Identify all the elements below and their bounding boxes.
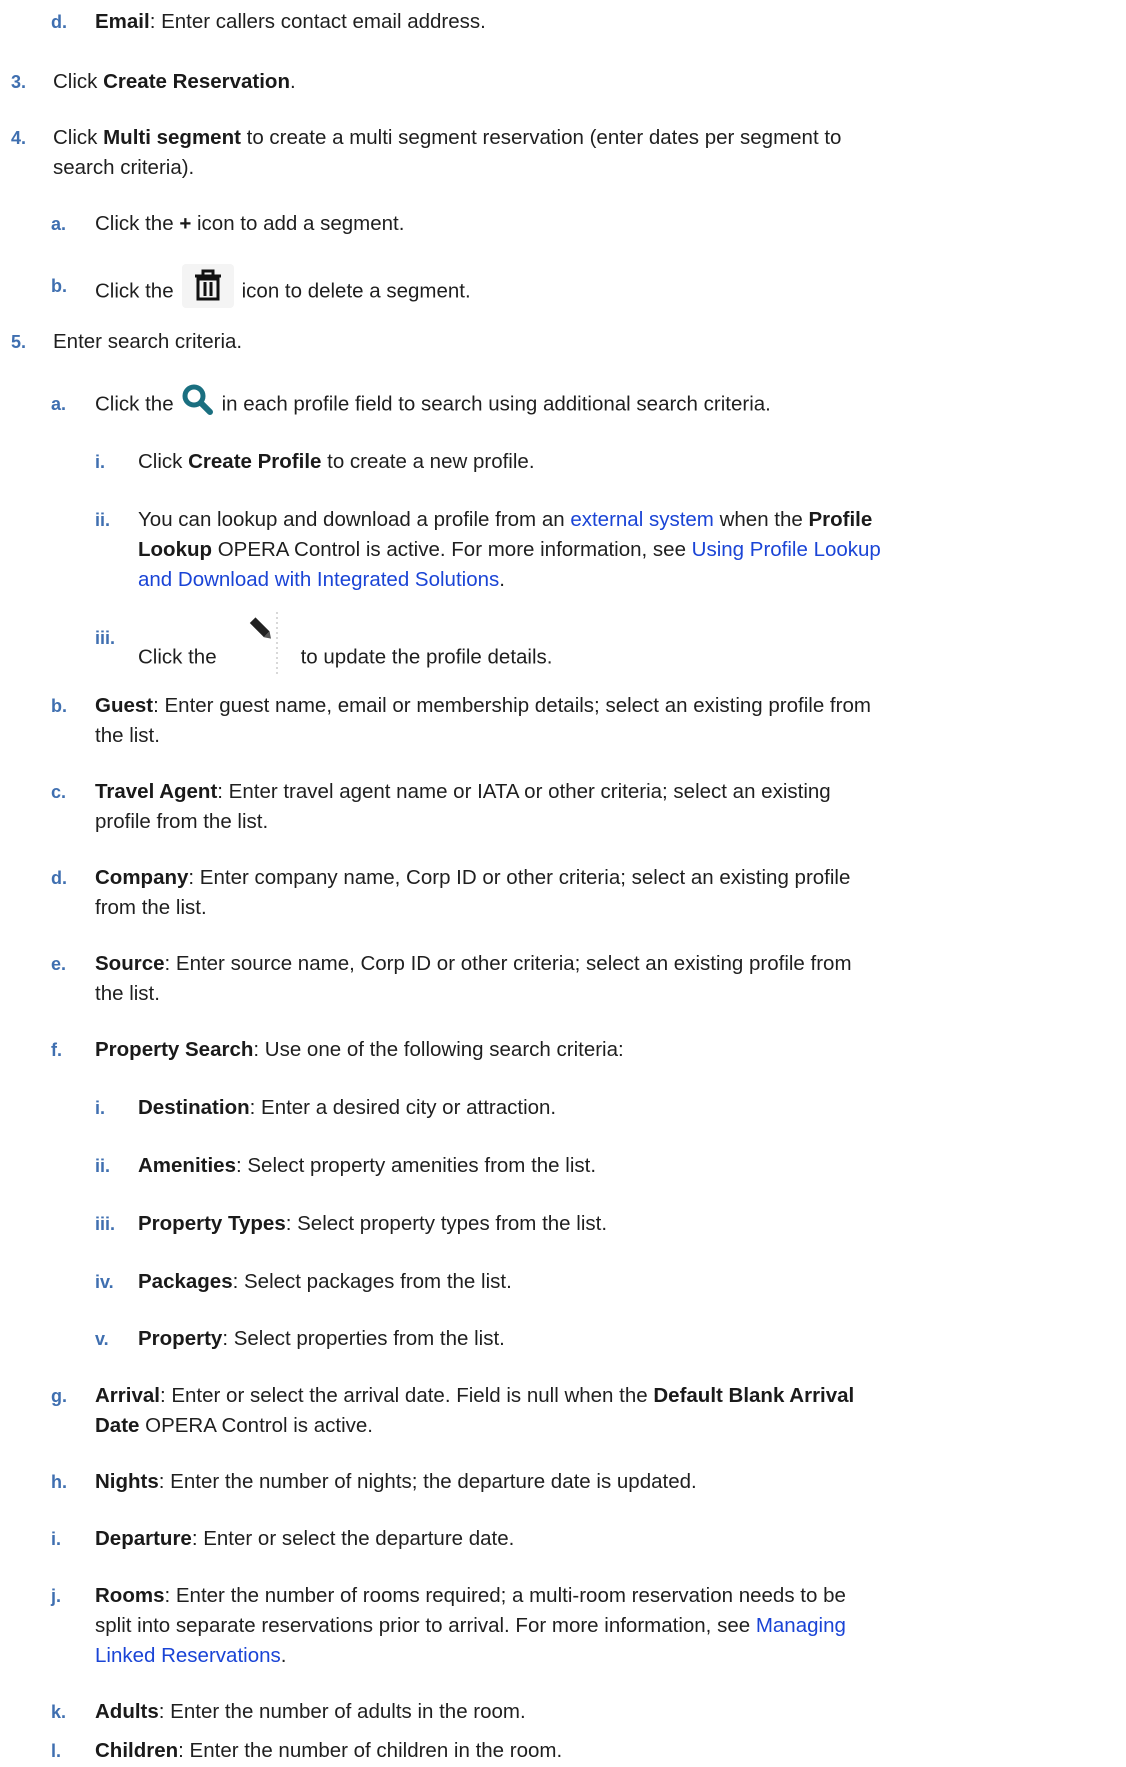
step-text: and Download with Integrated Solutions. [138,568,505,591]
step-number: iii. [95,628,116,648]
step-number: a. [51,214,67,234]
managing-linked-reservations-link[interactable]: Managing [756,1614,846,1637]
step-text: Click Create Profile to create a new pro… [138,450,535,473]
external-system-link[interactable]: external system [570,508,714,531]
step-number: 5. [11,332,27,352]
step-number: i. [95,452,106,472]
step-text: Click the + icon to add a segment. [95,212,405,235]
step-text-cont: search criteria). [53,156,195,179]
step-text: Enter search criteria. [53,330,243,353]
pencil-icon [223,610,295,682]
step-text: Email: Enter callers contact email addre… [95,10,486,33]
step-text: Click the in each profile field to search… [95,384,771,422]
managing-linked-reservations-link-cont[interactable]: Linked Reservations [95,1644,281,1667]
step-text: Click the icon to delete a segment. [95,264,471,314]
step-number: 3. [11,72,27,92]
step-number: c. [51,782,67,802]
step-number: ii. [95,510,111,530]
step-number: e. [51,954,67,974]
step-number: d. [51,868,67,888]
step-number: f. [51,1040,62,1060]
step-number: d. [51,12,67,32]
step-text: Click the to update the profile details. [138,612,552,694]
step-number: b. [51,276,67,296]
search-icon [178,382,218,416]
step-number: 4. [11,128,27,148]
profile-lookup-link-cont[interactable]: and Download with Integrated Solutions [138,568,499,591]
step-text: Lookup OPERA Control is active. For more… [138,538,881,561]
term: Email [95,10,150,33]
trash-icon [181,264,234,308]
step-number: b. [51,696,67,716]
document-page: d. Email: Enter callers contact email ad… [0,0,1126,1765]
profile-lookup-link[interactable]: Using Profile Lookup [692,538,881,561]
step-text: Click Multi segment to create a multi se… [53,126,842,149]
step-text: You can lookup and download a profile fr… [138,508,873,531]
step-number: a. [51,394,67,414]
step-text: Click Create Reservation. [53,70,296,93]
